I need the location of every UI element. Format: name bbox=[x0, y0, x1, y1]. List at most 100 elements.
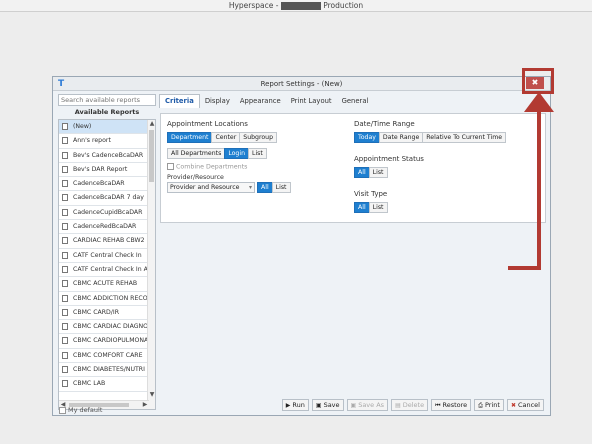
save-as-icon: ▣ bbox=[350, 402, 357, 409]
report-list-item[interactable]: CBMC CARDIAC DIAGNO bbox=[59, 320, 155, 335]
save-icon: ▣ bbox=[315, 402, 322, 409]
print-button[interactable]: ⎙ Print bbox=[474, 399, 504, 411]
tab-appearance[interactable]: Appearance bbox=[235, 95, 286, 109]
report-list-item[interactable]: CadenceRedBcaDAR bbox=[59, 220, 155, 235]
checkbox-icon[interactable] bbox=[167, 163, 174, 170]
report-item-label: Bev's CadenceBcaDAR bbox=[73, 151, 144, 159]
report-item-label: CBMC CARD/IR bbox=[73, 308, 120, 316]
report-icon bbox=[62, 251, 68, 259]
printer-icon: ⎙ bbox=[478, 402, 483, 409]
report-item-label: CATF Central Check In AS bbox=[73, 265, 152, 273]
report-icon bbox=[62, 308, 68, 316]
report-item-label: CadenceBcaDAR 7 day bbox=[73, 194, 144, 202]
annotation-arrow-base bbox=[508, 266, 541, 270]
tab-general[interactable]: General bbox=[337, 95, 374, 109]
restore-button[interactable]: ⏮ Restore bbox=[431, 399, 472, 411]
report-list-item[interactable]: CBMC CARDIOPULMONA bbox=[59, 334, 155, 349]
report-icon bbox=[62, 323, 68, 331]
restore-label: Restore bbox=[442, 401, 468, 409]
save-as-button[interactable]: ▣ Save As bbox=[346, 399, 389, 411]
chevron-down-icon[interactable]: ▾ bbox=[249, 183, 252, 192]
status-list-button[interactable]: List bbox=[368, 167, 388, 178]
save-button[interactable]: ▣ Save bbox=[311, 399, 344, 411]
visit-list-button[interactable]: List bbox=[368, 202, 388, 213]
provider-resource-value: Provider and Resource bbox=[170, 184, 240, 191]
tab-criteria[interactable]: Criteria bbox=[159, 94, 200, 108]
search-reports-input[interactable] bbox=[58, 94, 156, 106]
scroll-down-icon[interactable]: ▼ bbox=[148, 391, 155, 399]
visit-all-button[interactable]: All bbox=[354, 202, 370, 213]
dept-list-button[interactable]: List bbox=[248, 148, 267, 159]
report-item-label: Ann's report bbox=[73, 137, 111, 145]
report-icon bbox=[62, 380, 68, 388]
report-list[interactable]: (New) Ann's report Bev's CadenceBcaDAR Bev'… bbox=[58, 119, 156, 410]
report-icon bbox=[62, 137, 68, 145]
report-list-item[interactable]: Bev's CadenceBcaDAR bbox=[59, 149, 155, 163]
location-type-buttons: Department Center Subgroup bbox=[167, 132, 278, 143]
report-icon bbox=[62, 366, 68, 374]
tab-print-layout[interactable]: Print Layout bbox=[286, 95, 337, 109]
date-range-buttons: Today Date Range Relative To Current Tim… bbox=[354, 132, 507, 143]
checkbox-icon[interactable] bbox=[59, 406, 66, 414]
report-item-label: CBMC LAB bbox=[73, 380, 106, 388]
app-titlebar: Hyperspace - Production bbox=[0, 0, 592, 12]
appointment-status-label: Appointment Status bbox=[354, 155, 424, 163]
combine-departments-label: Combine Departments bbox=[176, 163, 248, 171]
my-default-label: My default bbox=[68, 406, 103, 414]
print-label: Print bbox=[484, 401, 500, 409]
department-button[interactable]: Department bbox=[167, 132, 213, 143]
report-item-label: CBMC ACUTE REHAB bbox=[73, 280, 138, 288]
status-all-button[interactable]: All bbox=[354, 167, 370, 178]
report-list-item[interactable]: CBMC ADDICTION RECO bbox=[59, 292, 155, 306]
delete-icon: ▤ bbox=[395, 402, 401, 409]
provider-all-button[interactable]: All bbox=[257, 182, 273, 193]
vertical-scrollbar[interactable]: ▲ ▼ bbox=[147, 120, 155, 409]
status-buttons: All List bbox=[354, 167, 388, 178]
report-list-item[interactable]: CATF Central Check In AS bbox=[59, 263, 155, 278]
delete-label: Delete bbox=[402, 401, 425, 409]
new-report-icon bbox=[62, 123, 68, 130]
report-list-item[interactable]: Bev's DAR Report bbox=[59, 163, 155, 178]
date-range-button[interactable]: Date Range bbox=[378, 132, 424, 143]
report-settings-dialog: T Report Settings - (New) ✖ Available Re… bbox=[52, 76, 551, 416]
tab-display[interactable]: Display bbox=[200, 95, 235, 109]
report-icon bbox=[62, 294, 68, 302]
cancel-icon: ✖ bbox=[510, 402, 516, 409]
report-list-item[interactable]: CBMC ACUTE REHAB bbox=[59, 277, 155, 292]
relative-time-button[interactable]: Relative To Current Time bbox=[422, 132, 507, 143]
report-list-item[interactable]: CBMC LAB bbox=[59, 377, 155, 392]
report-list-item[interactable]: CBMC DIABETES/NUTRI bbox=[59, 363, 155, 378]
report-list-item[interactable]: CATF Central Check In bbox=[59, 249, 155, 263]
report-list-item[interactable]: CadenceBcaDAR bbox=[59, 177, 155, 192]
center-button[interactable]: Center bbox=[211, 132, 241, 143]
provider-resource-select[interactable]: Provider and Resource ▾ bbox=[167, 182, 255, 193]
today-button[interactable]: Today bbox=[354, 132, 380, 143]
play-icon: ▶ bbox=[285, 402, 291, 409]
subgroup-button[interactable]: Subgroup bbox=[239, 132, 278, 143]
login-button[interactable]: Login bbox=[224, 148, 250, 159]
report-list-item[interactable]: CARDIAC REHAB CBW2 bbox=[59, 234, 155, 249]
report-list-item[interactable]: CadenceBcaDAR 7 day bbox=[59, 191, 155, 206]
provider-list-button[interactable]: List bbox=[271, 182, 291, 193]
scroll-thumb[interactable] bbox=[149, 130, 154, 182]
cancel-button[interactable]: ✖ Cancel bbox=[506, 399, 544, 411]
report-list-item[interactable]: Ann's report bbox=[59, 134, 155, 149]
report-list-item[interactable]: CadenceCupidBcaDAR bbox=[59, 206, 155, 221]
delete-button[interactable]: ▤ Delete bbox=[391, 399, 429, 411]
report-list-item[interactable]: CBMC CARD/IR bbox=[59, 306, 155, 321]
my-default-checkbox[interactable]: My default bbox=[59, 406, 102, 414]
available-reports-title: Available Reports bbox=[74, 108, 140, 116]
report-list-item[interactable]: (New) bbox=[59, 120, 155, 135]
provider-resource-label: Provider/Resource bbox=[167, 174, 224, 181]
scroll-right-icon[interactable]: ▶ bbox=[141, 401, 149, 409]
scroll-up-icon[interactable]: ▲ bbox=[148, 120, 155, 128]
appointment-locations-label: Appointment Locations bbox=[167, 120, 248, 128]
app-title-left: Hyperspace - bbox=[228, 1, 281, 10]
report-list-item[interactable]: CBMC COMFORT CARE bbox=[59, 349, 155, 364]
run-button[interactable]: ▶ Run bbox=[281, 399, 309, 411]
report-item-label: CBMC CARDIOPULMONA bbox=[73, 337, 149, 345]
close-highlight-box bbox=[522, 68, 554, 94]
dialog-title: Report Settings - (New) bbox=[260, 80, 343, 88]
combine-departments-checkbox[interactable]: Combine Departments bbox=[167, 163, 247, 171]
all-departments-button[interactable]: All Departments bbox=[167, 148, 226, 159]
